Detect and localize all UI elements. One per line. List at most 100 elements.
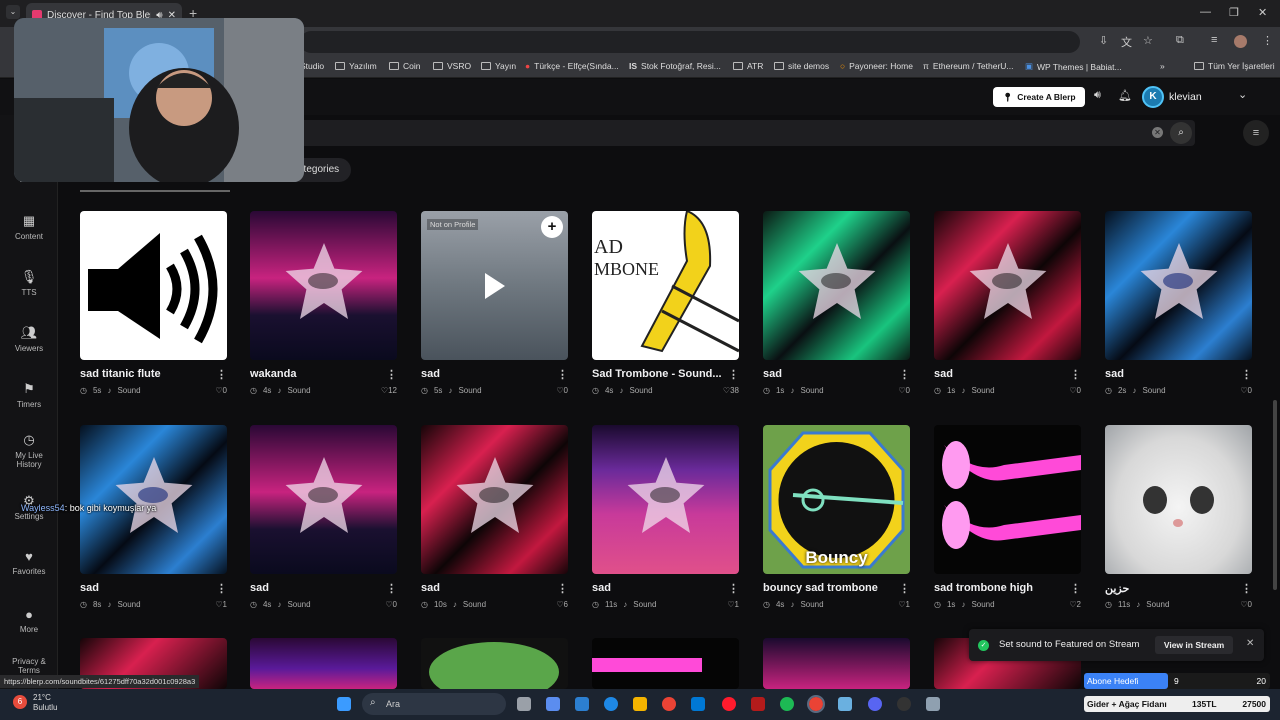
card-thumbnail[interactable] bbox=[1105, 211, 1252, 360]
app-icon[interactable] bbox=[575, 697, 589, 711]
card-thumbnail[interactable] bbox=[934, 211, 1081, 360]
obs-icon[interactable] bbox=[897, 697, 911, 711]
bookmark-item[interactable]: ATR bbox=[733, 61, 763, 71]
install-icon[interactable]: ⇩ bbox=[1099, 34, 1108, 47]
sound-card[interactable]: AD MBONE Sad Trombone - Sound... ⋮ ◷ 4s ♪ So… bbox=[592, 211, 739, 395]
more-options-icon[interactable]: ⋮ bbox=[728, 368, 739, 381]
card-thumbnail[interactable] bbox=[421, 638, 568, 689]
settings-gear-icon[interactable] bbox=[926, 697, 940, 711]
sound-card[interactable]: Bouncy bouncy sad trombone ⋮ ◷ 4s ♪ Sound ♡1 bbox=[763, 425, 910, 609]
sidebar-item-timers[interactable]: ⚑ Timers bbox=[0, 381, 58, 409]
card-thumbnail[interactable] bbox=[592, 425, 739, 574]
chrome-active-icon[interactable] bbox=[807, 695, 825, 713]
card-thumbnail[interactable]: Bouncy bbox=[763, 425, 910, 574]
discord-icon[interactable] bbox=[868, 697, 882, 711]
bell-icon[interactable]: 🔔︎ bbox=[1118, 89, 1132, 102]
heart-icon[interactable]: ♡ bbox=[1069, 600, 1076, 609]
minimize-icon[interactable]: — bbox=[1200, 6, 1211, 18]
card-thumbnail[interactable] bbox=[934, 425, 1081, 574]
card-title[interactable]: sad trombone high bbox=[934, 582, 1033, 595]
more-options-icon[interactable]: ⋮ bbox=[216, 582, 227, 595]
username[interactable]: klevian bbox=[1169, 91, 1202, 103]
card-title[interactable]: wakanda bbox=[250, 368, 296, 381]
sidebar-item-history[interactable]: ◷ My Live History bbox=[0, 432, 58, 469]
card-title[interactable]: sad bbox=[250, 582, 269, 595]
bookmark-item[interactable]: ▣ WP Themes | Babiat... bbox=[1025, 61, 1122, 72]
card-title[interactable]: sad bbox=[934, 368, 953, 381]
card-thumbnail[interactable] bbox=[250, 638, 397, 689]
bookmark-item[interactable]: IS Stok Fotoğraf, Resi... bbox=[629, 61, 721, 71]
card-title[interactable]: bouncy sad trombone bbox=[763, 582, 878, 595]
clear-search-icon[interactable]: ✕ bbox=[1152, 127, 1163, 138]
bookmark-item[interactable]: VSRO bbox=[433, 61, 471, 71]
heart-icon[interactable]: ♡ bbox=[898, 600, 905, 609]
store-icon[interactable] bbox=[691, 697, 705, 711]
bookmark-star-icon[interactable]: ☆ bbox=[1143, 34, 1153, 47]
card-thumbnail[interactable] bbox=[80, 211, 227, 360]
card-title[interactable]: sad bbox=[421, 582, 440, 595]
search-input[interactable] bbox=[230, 120, 1195, 146]
tab-menu-icon[interactable]: ⌄ bbox=[6, 5, 20, 19]
more-options-icon[interactable]: ⋮ bbox=[899, 368, 910, 381]
card-title[interactable]: sad bbox=[1105, 368, 1124, 381]
more-options-icon[interactable]: ⋮ bbox=[216, 368, 227, 381]
sidebar-item-more[interactable]: ● More bbox=[0, 607, 58, 634]
card-title[interactable]: Sad Trombone - Sound... bbox=[592, 368, 722, 381]
more-options-icon[interactable]: ⋮ bbox=[728, 582, 739, 595]
extensions-icon[interactable]: ⧉ bbox=[1176, 34, 1184, 47]
more-options-icon[interactable]: ⋮ bbox=[1070, 368, 1081, 381]
taskbar-search[interactable]: Ara bbox=[362, 693, 506, 715]
card-thumbnail[interactable] bbox=[592, 638, 739, 689]
card-title[interactable]: sad bbox=[763, 368, 782, 381]
heart-icon[interactable]: ♡ bbox=[215, 386, 222, 395]
heart-icon[interactable]: ♡ bbox=[556, 600, 563, 609]
copilot-icon[interactable] bbox=[546, 697, 560, 711]
create-blerp-button[interactable]: 📍︎ Create A Blerp bbox=[993, 87, 1085, 107]
chevron-down-icon[interactable]: ⌄ bbox=[1238, 88, 1247, 101]
start-icon[interactable] bbox=[337, 697, 351, 711]
translate-icon[interactable]: 文 bbox=[1121, 34, 1132, 50]
sound-card[interactable]: sad ⋮ ◷ 8s ♪ Sound ♡1 bbox=[80, 425, 227, 609]
bookmark-item[interactable]: site demos bbox=[774, 61, 829, 71]
bookmark-item[interactable]: Coin bbox=[389, 61, 420, 71]
bookmark-item[interactable]: Tüm Yer İşaretleri bbox=[1194, 61, 1275, 71]
card-title[interactable]: حزين bbox=[1105, 582, 1129, 595]
scrollbar[interactable] bbox=[1273, 400, 1277, 590]
heart-icon[interactable]: ♡ bbox=[1240, 600, 1247, 609]
file-explorer-icon[interactable] bbox=[633, 697, 647, 711]
app-icon[interactable] bbox=[751, 697, 765, 711]
sound-card[interactable]: sad ⋮ ◷ 11s ♪ Sound ♡1 bbox=[592, 425, 739, 609]
weather-badge-icon[interactable]: 6 bbox=[13, 695, 27, 709]
more-options-icon[interactable]: ⋮ bbox=[557, 368, 568, 381]
sidebar-item-content[interactable]: ▦ Content bbox=[0, 213, 58, 241]
opera-icon[interactable] bbox=[722, 697, 736, 711]
sound-card[interactable]: sad ⋮ ◷ 1s ♪ Sound ♡0 bbox=[934, 211, 1081, 395]
more-options-icon[interactable]: ⋮ bbox=[1241, 368, 1252, 381]
sound-card[interactable]: sad ⋮ ◷ 10s ♪ Sound ♡6 bbox=[421, 425, 568, 609]
app-icon[interactable] bbox=[838, 697, 852, 711]
card-thumbnail[interactable] bbox=[763, 211, 910, 360]
address-bar[interactable] bbox=[300, 31, 1080, 53]
bookmark-item[interactable]: ● Türkçe - Elfçe(Sında... bbox=[525, 61, 619, 71]
volume-icon[interactable]: 🔊︎ bbox=[1094, 89, 1101, 102]
heart-icon[interactable]: ♡ bbox=[556, 386, 563, 395]
spotify-icon[interactable] bbox=[780, 697, 794, 711]
play-icon[interactable] bbox=[485, 273, 505, 299]
more-options-icon[interactable]: ⋮ bbox=[899, 582, 910, 595]
sidebar-item-viewers[interactable]: 👥︎ Viewers bbox=[0, 325, 58, 353]
more-options-icon[interactable]: ⋮ bbox=[386, 368, 397, 381]
card-thumbnail[interactable] bbox=[763, 638, 910, 689]
sidebar-item-favorites[interactable]: ♥ Favorites bbox=[0, 549, 58, 576]
heart-icon[interactable]: ♡ bbox=[215, 600, 222, 609]
card-thumbnail[interactable]: Not on Profile + bbox=[421, 211, 568, 360]
heart-icon[interactable]: ♡ bbox=[1069, 386, 1076, 395]
sound-card[interactable]: sad ⋮ ◷ 2s ♪ Sound ♡0 bbox=[1105, 211, 1252, 395]
card-title[interactable]: sad bbox=[421, 368, 440, 381]
more-options-icon[interactable]: ⋮ bbox=[557, 582, 568, 595]
card-title[interactable]: sad titanic flute bbox=[80, 368, 161, 381]
more-options-icon[interactable]: ⋮ bbox=[1241, 582, 1252, 595]
card-title[interactable]: sad bbox=[80, 582, 99, 595]
bookmark-item[interactable]: Yayın bbox=[481, 61, 516, 71]
bookmarks-overflow-icon[interactable]: » bbox=[1160, 61, 1165, 71]
sidebar-item-privacy[interactable]: Privacy & Terms bbox=[0, 657, 58, 675]
